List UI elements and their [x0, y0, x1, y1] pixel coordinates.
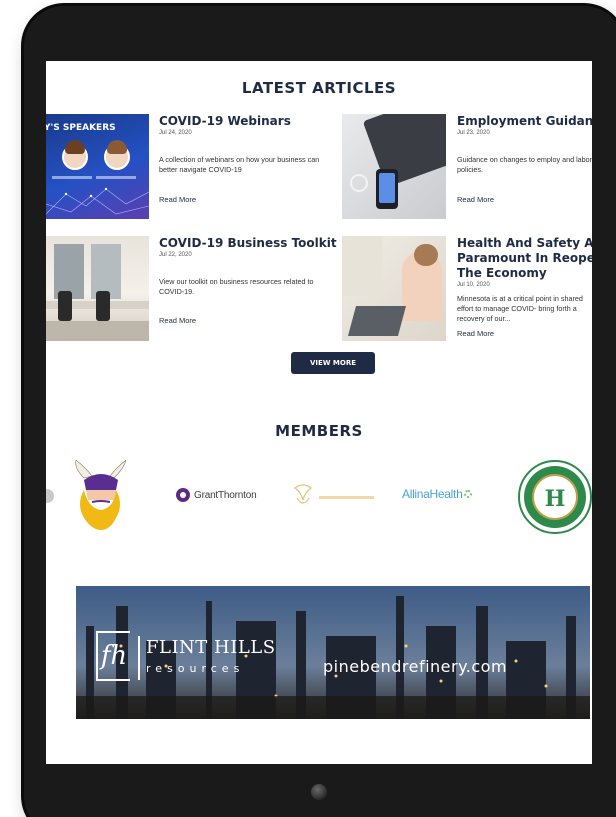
- article-title[interactable]: Employment Guidance: [457, 114, 592, 129]
- view-more-button[interactable]: VIEW MORE: [291, 352, 375, 374]
- read-more-link[interactable]: Read More: [159, 195, 196, 204]
- gold-emblem-icon: [293, 484, 313, 504]
- svg-text:H: H: [545, 486, 566, 512]
- read-more-link[interactable]: Read More: [159, 316, 196, 325]
- article-title[interactable]: COVID-19 Business Toolkit: [159, 236, 337, 251]
- article-title-line: The Economy: [457, 266, 547, 280]
- members-heading: MEMBERS: [275, 422, 363, 440]
- speaker-caption: [96, 176, 136, 179]
- hair-shape: [414, 244, 438, 266]
- allina-flower-icon: [464, 490, 473, 498]
- article-description: Guidance on changes to employ and labor …: [457, 155, 592, 174]
- grant-thornton-label: GrantThornton: [194, 489, 257, 501]
- latest-articles-heading: LATEST ARTICLES: [241, 79, 397, 97]
- article-title[interactable]: COVID-19 Webinars: [159, 114, 291, 129]
- chair-shape: [96, 291, 110, 321]
- carousel-prev-button[interactable]: [46, 489, 54, 503]
- article-title-line: Paramount In Reopenin: [457, 251, 592, 265]
- article-image-employment[interactable]: [342, 114, 446, 219]
- green-seal-logo[interactable]: H: [518, 460, 592, 534]
- grant-thornton-logo[interactable]: GrantThornton: [176, 488, 257, 502]
- article-image-health-safety[interactable]: [342, 236, 446, 341]
- gold-member-logo[interactable]: [291, 482, 376, 512]
- phone-shape: [376, 169, 398, 209]
- seal-emblem-icon: H: [518, 460, 592, 534]
- article-date: Jul 24, 2020: [159, 130, 192, 136]
- speaker-hair: [65, 140, 85, 154]
- article-description: Minnesota is at a critical point in shar…: [457, 294, 583, 323]
- read-more-link[interactable]: Read More: [457, 195, 494, 204]
- home-button[interactable]: [311, 784, 327, 800]
- speaker-caption: [52, 176, 92, 179]
- article-title[interactable]: Health And Safety Are Paramount In Reope…: [457, 236, 592, 281]
- network-graphic: [46, 187, 149, 215]
- banner-url[interactable]: pinebendrefinery.com: [323, 657, 507, 676]
- phone-screen: [379, 173, 395, 203]
- fh-monogram-icon: fh: [100, 641, 128, 671]
- article-date: Jul 23, 2020: [457, 130, 490, 136]
- gold-wordmark: [319, 495, 374, 499]
- grant-thornton-icon: [176, 488, 190, 502]
- article-image-toolkit[interactable]: [46, 236, 149, 341]
- earbuds-shape: [350, 174, 368, 192]
- vikings-logo[interactable]: [70, 460, 132, 532]
- flint-hills-banner[interactable]: fh FLINT HILLS resources pinebendrefiner…: [76, 586, 590, 719]
- vikings-logo-icon: [75, 460, 127, 530]
- window-shape: [342, 236, 382, 296]
- article-title-line: Health And Safety Are: [457, 236, 592, 250]
- speakers-text: Y'S SPEAKERS: [46, 123, 116, 133]
- allina-health-logo[interactable]: AllinaHealth: [402, 487, 473, 501]
- speaker-hair: [107, 140, 127, 154]
- flint-hills-logo-mark: fh: [96, 631, 130, 681]
- article-description: View our toolkit on business resources r…: [159, 277, 314, 296]
- flint-hills-title: FLINT HILLS: [146, 637, 276, 658]
- read-more-link[interactable]: Read More: [457, 329, 494, 338]
- screen: LATEST ARTICLES Y'S SPEAKERS COVID-19 We…: [46, 61, 592, 764]
- grant-thornton-icon-inner: [180, 492, 186, 498]
- allina-health-label: AllinaHealth: [402, 487, 463, 501]
- logo-divider: [138, 636, 140, 680]
- article-date: Jul 10, 2020: [457, 282, 490, 288]
- article-image-webinars[interactable]: Y'S SPEAKERS: [46, 114, 149, 219]
- flint-hills-subtitle: resources: [146, 662, 245, 675]
- laptop-shape: [347, 306, 407, 336]
- floor-shape: [46, 321, 149, 341]
- chair-shape: [58, 291, 72, 321]
- article-date: Jul 22, 2020: [159, 252, 192, 258]
- article-description: A collection of webinars on how your bus…: [159, 155, 320, 174]
